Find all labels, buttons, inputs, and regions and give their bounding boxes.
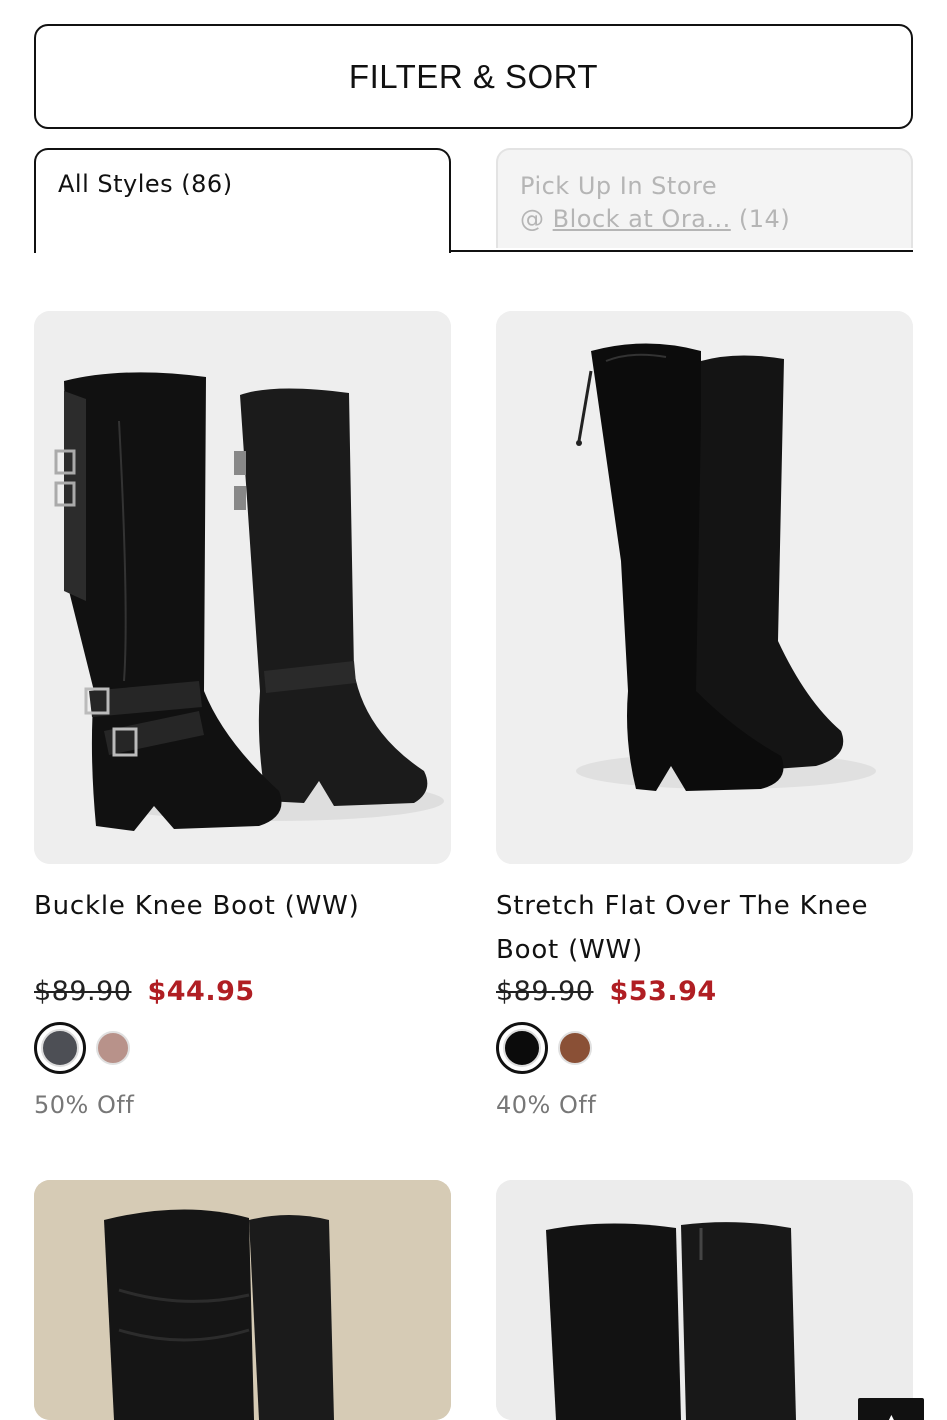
color-swatches bbox=[496, 1021, 913, 1075]
scroll-top-button[interactable]: ▲ bbox=[858, 1398, 924, 1420]
sale-price: $44.95 bbox=[147, 976, 255, 1007]
product-image[interactable] bbox=[34, 311, 451, 864]
filter-sort-button[interactable]: FILTER & SORT bbox=[34, 24, 913, 129]
discount-label: 40% Off bbox=[496, 1091, 597, 1119]
tab-all-styles[interactable]: All Styles (86) bbox=[34, 148, 451, 253]
color-swatch-selected[interactable] bbox=[34, 1022, 86, 1074]
filter-sort-label: FILTER & SORT bbox=[348, 57, 599, 95]
original-price: $89.90 bbox=[34, 976, 132, 1007]
sale-price: $53.94 bbox=[609, 976, 717, 1007]
store-count: (14) bbox=[730, 205, 791, 233]
product-card[interactable]: Buckle Knee Boot (WW) $89.90 $44.95 50% … bbox=[34, 311, 451, 1119]
price-row: $89.90 $44.95 bbox=[34, 976, 451, 1007]
store-name-link[interactable]: Block at Ora... bbox=[553, 205, 731, 233]
tab-divider bbox=[451, 250, 913, 252]
discount-label: 50% Off bbox=[34, 1091, 135, 1119]
color-swatches bbox=[34, 1021, 451, 1075]
color-swatch-selected[interactable] bbox=[496, 1022, 548, 1074]
product-card[interactable] bbox=[496, 1180, 913, 1420]
store-prefix: @ bbox=[520, 205, 553, 233]
color-swatch[interactable] bbox=[96, 1031, 130, 1065]
tab-all-styles-label: All Styles (86) bbox=[58, 170, 233, 198]
product-card[interactable]: Stretch Flat Over The Knee Boot (WW) $89… bbox=[496, 311, 913, 1119]
product-title[interactable]: Stretch Flat Over The Knee Boot (WW) bbox=[496, 884, 913, 976]
chevron-up-icon: ▲ bbox=[886, 1412, 897, 1420]
product-image[interactable] bbox=[496, 311, 913, 864]
color-swatch[interactable] bbox=[558, 1031, 592, 1065]
product-card[interactable] bbox=[34, 1180, 451, 1420]
product-image[interactable] bbox=[496, 1180, 913, 1420]
tab-store-line1: Pick Up In Store bbox=[520, 172, 718, 200]
product-image[interactable] bbox=[34, 1180, 451, 1420]
original-price: $89.90 bbox=[496, 976, 594, 1007]
tab-pick-up-in-store[interactable]: Pick Up In Store @ Block at Ora... (14) bbox=[496, 148, 913, 248]
swatch-dot bbox=[503, 1029, 541, 1067]
swatch-dot bbox=[41, 1029, 79, 1067]
price-row: $89.90 $53.94 bbox=[496, 976, 913, 1007]
product-title[interactable]: Buckle Knee Boot (WW) bbox=[34, 884, 451, 976]
tab-store-line2: @ Block at Ora... (14) bbox=[520, 203, 889, 236]
